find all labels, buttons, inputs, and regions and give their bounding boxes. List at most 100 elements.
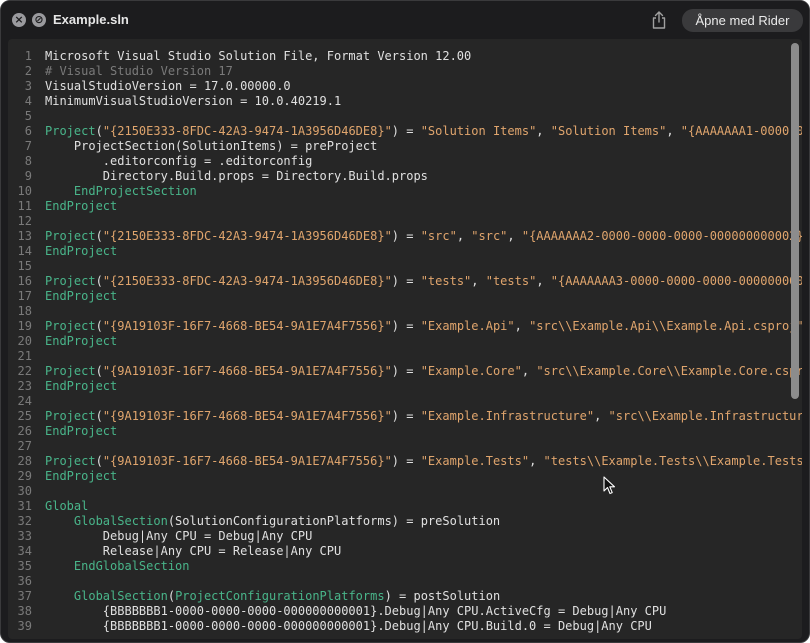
close-icon[interactable]: × (12, 13, 26, 27)
code-line: 37 GlobalSection(ProjectConfigurationPla… (8, 589, 802, 604)
code-token: ) = (391, 454, 421, 468)
line-number: 11 (17, 199, 32, 213)
line-content: # Visual Studio Version 17 (45, 64, 233, 79)
code-token: ProjectSection(SolutionItems) = preProje… (45, 139, 378, 153)
line-content: Project("{2150E333-8FDC-42A3-9474-1A3956… (45, 274, 802, 289)
code-editor[interactable]: 1 Microsoft Visual Studio Solution File, … (8, 39, 802, 639)
code-token: ) = postSolution (384, 589, 501, 603)
code-token: "tests" (485, 274, 537, 288)
line-number: 39 (17, 619, 32, 633)
code-token: EndProjectSection (45, 184, 197, 198)
code-token: "Example.Core" (420, 364, 522, 378)
code-line: 16 Project("{2150E333-8FDC-42A3-9474-1A39… (8, 274, 802, 289)
code-token: "{9A19103F-16F7-4668-BE54-9A1E7A4F7556}" (102, 364, 392, 378)
line-number: 4 (24, 94, 32, 108)
code-token: EndGlobalSection (45, 559, 190, 573)
code-line: 28 Project("{9A19103F-16F7-4668-BE54-9A1E… (8, 454, 802, 469)
code-token: "{2150E333-8FDC-42A3-9474-1A3956D46DE8}" (102, 124, 392, 138)
code-line: 8 .editorconfig = .editorconfig (8, 154, 802, 169)
line-content: Global (45, 499, 88, 514)
line-content: EndProject (45, 244, 117, 259)
code-line: 2 # Visual Studio Version 17 (8, 64, 802, 79)
code-line: 6 Project("{2150E333-8FDC-42A3-9474-1A395… (8, 124, 802, 139)
line-content: EndProject (45, 334, 117, 349)
code-token: GlobalSection (45, 514, 168, 528)
code-line: 21 (8, 349, 802, 364)
code-token: "src" (420, 229, 457, 243)
line-number: 8 (24, 154, 32, 168)
line-number: 21 (17, 349, 32, 363)
code-line: 26 EndProject (8, 424, 802, 439)
line-number: 5 (24, 109, 32, 123)
code-token: "{9A19103F-16F7-4668-BE54-9A1E7A4F7556}" (102, 454, 392, 468)
code-token: Project (45, 409, 96, 423)
code-token: , (471, 274, 486, 288)
code-line: 18 (8, 304, 802, 319)
code-token: EndProject (45, 334, 118, 348)
open-with-rider-button[interactable]: Åpne med Rider (682, 9, 803, 32)
line-content: Debug|Any CPU = Debug|Any CPU (45, 529, 313, 544)
line-number: 33 (17, 529, 32, 543)
block-icon[interactable]: ⊘ (32, 13, 46, 27)
line-number: 32 (17, 514, 32, 528)
line-number: 13 (17, 229, 32, 243)
line-content: {BBBBBBB1-0000-0000-0000-000000000001}.D… (45, 619, 652, 634)
code-line: 17 EndProject (8, 289, 802, 304)
code-token: .editorconfig = .editorconfig (45, 154, 313, 168)
share-icon[interactable] (650, 10, 668, 30)
code-token: ( (95, 229, 103, 243)
code-token: "src\\Example.Api\\Example.Api.csproj" (529, 319, 802, 333)
line-number: 29 (17, 469, 32, 483)
vertical-scrollbar[interactable] (791, 43, 799, 399)
code-line: 39 {BBBBBBB1-0000-0000-0000-000000000001… (8, 619, 802, 634)
code-token: , (536, 124, 551, 138)
code-token: , (536, 274, 551, 288)
code-line: 29 EndProject (8, 469, 802, 484)
code-token: "Example.Tests" (420, 454, 530, 468)
code-token: "{AAAAAAA1-0000-0000-0000-000000000001}" (680, 124, 802, 138)
code-token: , (594, 409, 609, 423)
code-line: 33 Debug|Any CPU = Debug|Any CPU (8, 529, 802, 544)
line-number: 36 (17, 574, 32, 588)
code-token: "{2150E333-8FDC-42A3-9474-1A3956D46DE8}" (102, 274, 392, 288)
code-line: 4 MinimumVisualStudioVersion = 10.0.40219… (8, 94, 802, 109)
code-token: Project (45, 274, 96, 288)
code-line: 13 Project("{2150E333-8FDC-42A3-9474-1A39… (8, 229, 802, 244)
code-token: , (456, 229, 472, 243)
code-line: 12 (8, 214, 802, 229)
code-token: , (521, 364, 537, 378)
code-token: ( (95, 274, 103, 288)
line-number: 10 (17, 184, 32, 198)
code-token: ) = (391, 409, 421, 423)
code-line: 32 GlobalSection(SolutionConfigurationPl… (8, 514, 802, 529)
line-content: Project("{9A19103F-16F7-4668-BE54-9A1E7A… (45, 319, 802, 334)
line-content: {BBBBBBB1-0000-0000-0000-000000000001}.D… (45, 604, 667, 619)
code-token: EndProject (45, 469, 118, 483)
line-content: Project("{9A19103F-16F7-4668-BE54-9A1E7A… (45, 454, 802, 469)
code-token: ( (167, 589, 176, 603)
code-token: ) = (391, 229, 421, 243)
line-number: 2 (24, 64, 32, 78)
code-token: ) = (391, 124, 421, 138)
code-token: "tests\\Example.Tests\\Example.Tests.csp… (543, 454, 802, 468)
code-token: {BBBBBBB1-0000-0000-0000-000000000001}.D… (45, 604, 667, 618)
code-token: "{9A19103F-16F7-4668-BE54-9A1E7A4F7556}" (102, 319, 392, 333)
line-content: EndProject (45, 469, 117, 484)
code-token: , (514, 319, 530, 333)
line-content: EndProjectSection (45, 184, 197, 199)
code-token: ) = (391, 364, 421, 378)
code-token: Project (45, 454, 96, 468)
line-number: 14 (17, 244, 32, 258)
line-content: EndGlobalSection (45, 559, 190, 574)
line-content: .editorconfig = .editorconfig (45, 154, 313, 169)
line-number: 25 (17, 409, 32, 423)
code-token: VisualStudioVersion = 17.0.00000.0 (45, 79, 291, 93)
line-number: 28 (17, 454, 32, 468)
code-line: 20 EndProject (8, 334, 802, 349)
code-line: 1 Microsoft Visual Studio Solution File, … (8, 49, 802, 64)
preview-window: × ⊘ Example.sln Åpne med Rider 1 Microsof… (0, 0, 810, 643)
code-token: Microsoft Visual Studio Solution File, F… (45, 49, 472, 63)
line-content: Project("{2150E333-8FDC-42A3-9474-1A3956… (45, 229, 802, 244)
code-token: EndProject (45, 199, 118, 213)
code-token: Release|Any CPU = Release|Any CPU (45, 544, 342, 558)
